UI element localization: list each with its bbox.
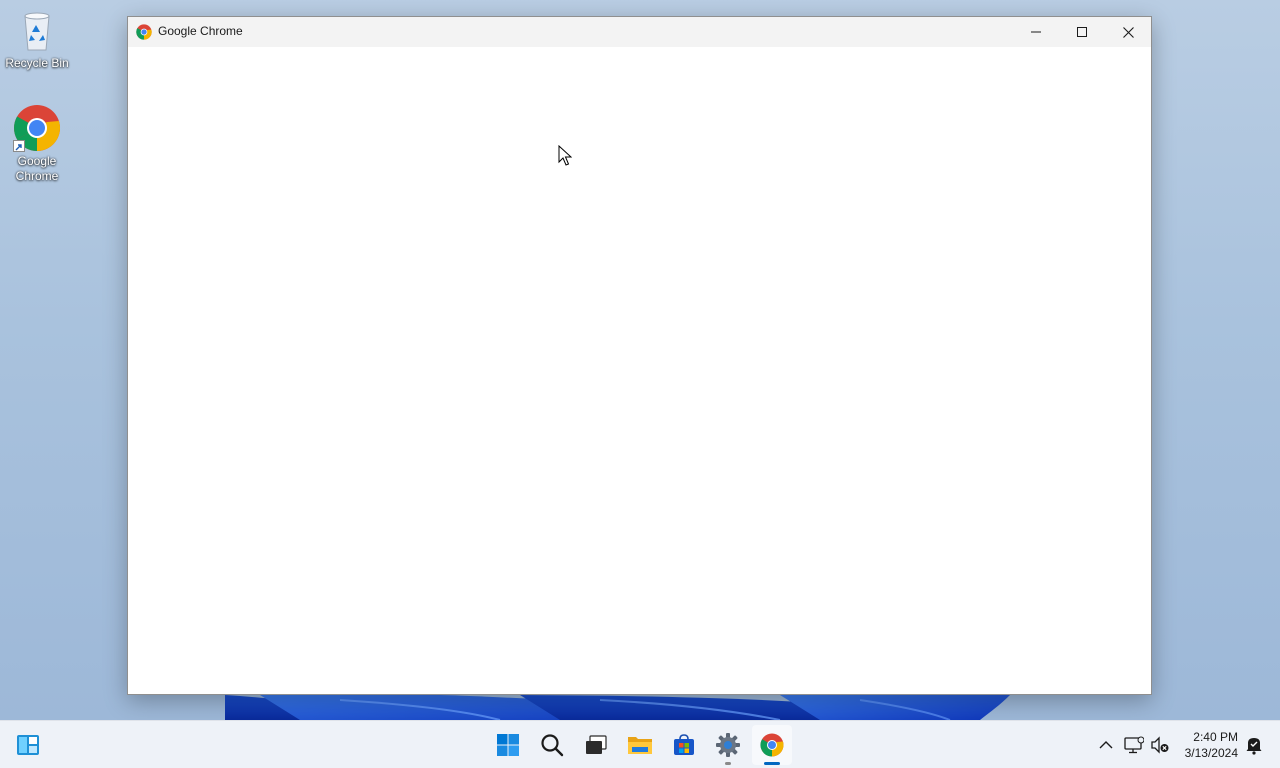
search-button[interactable] (532, 725, 572, 765)
minimize-icon (1031, 31, 1041, 33)
mouse-cursor-icon (558, 145, 572, 166)
chrome-taskbar-button[interactable] (752, 725, 792, 765)
microsoft-store-button[interactable] (664, 725, 704, 765)
network-button[interactable] (1122, 733, 1146, 757)
show-hidden-icons-button[interactable] (1094, 733, 1118, 757)
settings-button[interactable] (708, 725, 748, 765)
window-content[interactable] (128, 47, 1151, 694)
window-title: Google Chrome (158, 24, 243, 38)
minimize-button[interactable] (1013, 17, 1059, 47)
system-clock[interactable]: 2:40 PM 3/13/2024 (1185, 729, 1238, 761)
desktop-icon-label: Recycle Bin (5, 56, 69, 70)
notification-icon (1246, 738, 1262, 755)
desktop-icon-label: Google Chrome (15, 154, 59, 183)
close-icon (1122, 26, 1134, 38)
search-icon (541, 734, 564, 757)
window-titlebar[interactable]: Google Chrome (128, 17, 1151, 47)
maximize-button[interactable] (1059, 17, 1105, 47)
widgets-button[interactable] (8, 725, 48, 765)
file-explorer-icon (628, 737, 652, 754)
network-icon (1124, 736, 1144, 754)
maximize-icon (1077, 27, 1087, 37)
file-explorer-button[interactable] (620, 725, 660, 765)
chevron-up-icon (1099, 741, 1113, 749)
clock-date: 3/13/2024 (1184, 746, 1238, 760)
taskbar: 2:40 PM 3/13/2024 (0, 720, 1280, 768)
volume-button[interactable] (1148, 733, 1172, 757)
chrome-icon (136, 24, 152, 40)
start-button[interactable] (488, 725, 528, 765)
shortcut-arrow-icon (13, 140, 25, 152)
desktop-icon-recycle-bin[interactable]: Recycle Bin (0, 6, 74, 71)
clock-time: 2:40 PM (1193, 730, 1238, 744)
volume-muted-icon (1151, 736, 1169, 754)
widgets-icon (17, 735, 39, 755)
recycle-bin-icon (13, 6, 61, 54)
running-indicator (725, 762, 731, 765)
active-indicator (764, 762, 780, 765)
chrome-window[interactable]: Google Chrome (127, 16, 1152, 695)
desktop-icon-google-chrome[interactable]: Google Chrome (0, 104, 74, 184)
settings-gear-icon (716, 733, 740, 757)
store-icon (674, 734, 694, 755)
notifications-button[interactable] (1242, 733, 1266, 757)
task-view-icon (586, 735, 607, 754)
chrome-icon (760, 733, 784, 757)
close-button[interactable] (1105, 17, 1151, 47)
chrome-icon (13, 104, 61, 152)
task-view-button[interactable] (576, 725, 616, 765)
windows-start-icon (497, 734, 519, 756)
